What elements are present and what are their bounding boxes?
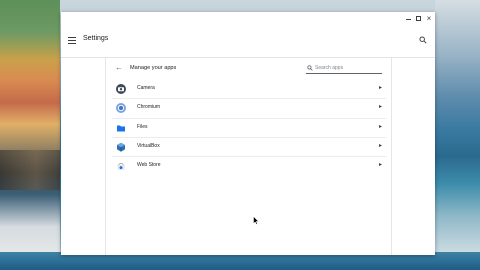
minimize-icon: [405, 19, 411, 20]
app-label: Web Store: [137, 162, 161, 169]
back-arrow-icon[interactable]: ←: [115, 64, 123, 72]
app-list: Camera ▸ Chromium ▸ Files ▸ VirtualBox ▸…: [112, 80, 386, 175]
settings-window: × Settings ← Manage your apps Search app…: [61, 12, 435, 255]
search-apps-icon: [307, 65, 313, 71]
subpage-header: ← Manage your apps: [106, 58, 391, 80]
hamburger-menu-icon[interactable]: [68, 37, 76, 44]
app-label: Files: [137, 123, 148, 130]
app-row-chromium[interactable]: Chromium ▸: [112, 99, 386, 119]
web-store-icon: [117, 163, 125, 171]
search-apps-input[interactable]: [315, 63, 379, 72]
folder-icon: [117, 125, 125, 132]
app-row-virtualbox[interactable]: VirtualBox ▸: [112, 138, 386, 158]
camera-icon: [116, 84, 126, 94]
app-row-camera[interactable]: Camera ▸: [112, 80, 386, 100]
search-apps-field[interactable]: [306, 63, 382, 74]
app-row-web-store[interactable]: Web Store ▸: [112, 157, 386, 175]
chevron-right-icon: ▸: [378, 104, 382, 111]
mouse-cursor-icon: [253, 216, 259, 225]
app-label: Camera: [137, 85, 155, 91]
chevron-right-icon: ▸: [378, 123, 382, 130]
close-icon: ×: [426, 13, 432, 23]
chevron-right-icon: ▸: [378, 142, 382, 149]
settings-header: Settings: [61, 25, 435, 58]
maximize-icon: [415, 16, 421, 21]
chevron-right-icon: ▸: [378, 162, 382, 169]
virtualbox-icon: [117, 142, 125, 152]
chromium-icon: [116, 103, 126, 114]
search-icon[interactable]: [419, 36, 427, 44]
close-button[interactable]: ×: [423, 13, 435, 24]
app-label: Chromium: [137, 104, 161, 111]
app-row-files[interactable]: Files ▸: [112, 119, 386, 138]
app-label: VirtualBox: [137, 142, 160, 149]
chevron-right-icon: ▸: [378, 85, 382, 91]
wallpaper-village-scene: [0, 0, 60, 270]
subpage-title: Manage your apps: [130, 65, 177, 71]
wallpaper-sea-scene: [435, 0, 480, 270]
page-title: Settings: [83, 35, 109, 42]
window-caption-bar: ×: [61, 12, 435, 25]
settings-content: ← Manage your apps Camera ▸: [105, 58, 392, 255]
